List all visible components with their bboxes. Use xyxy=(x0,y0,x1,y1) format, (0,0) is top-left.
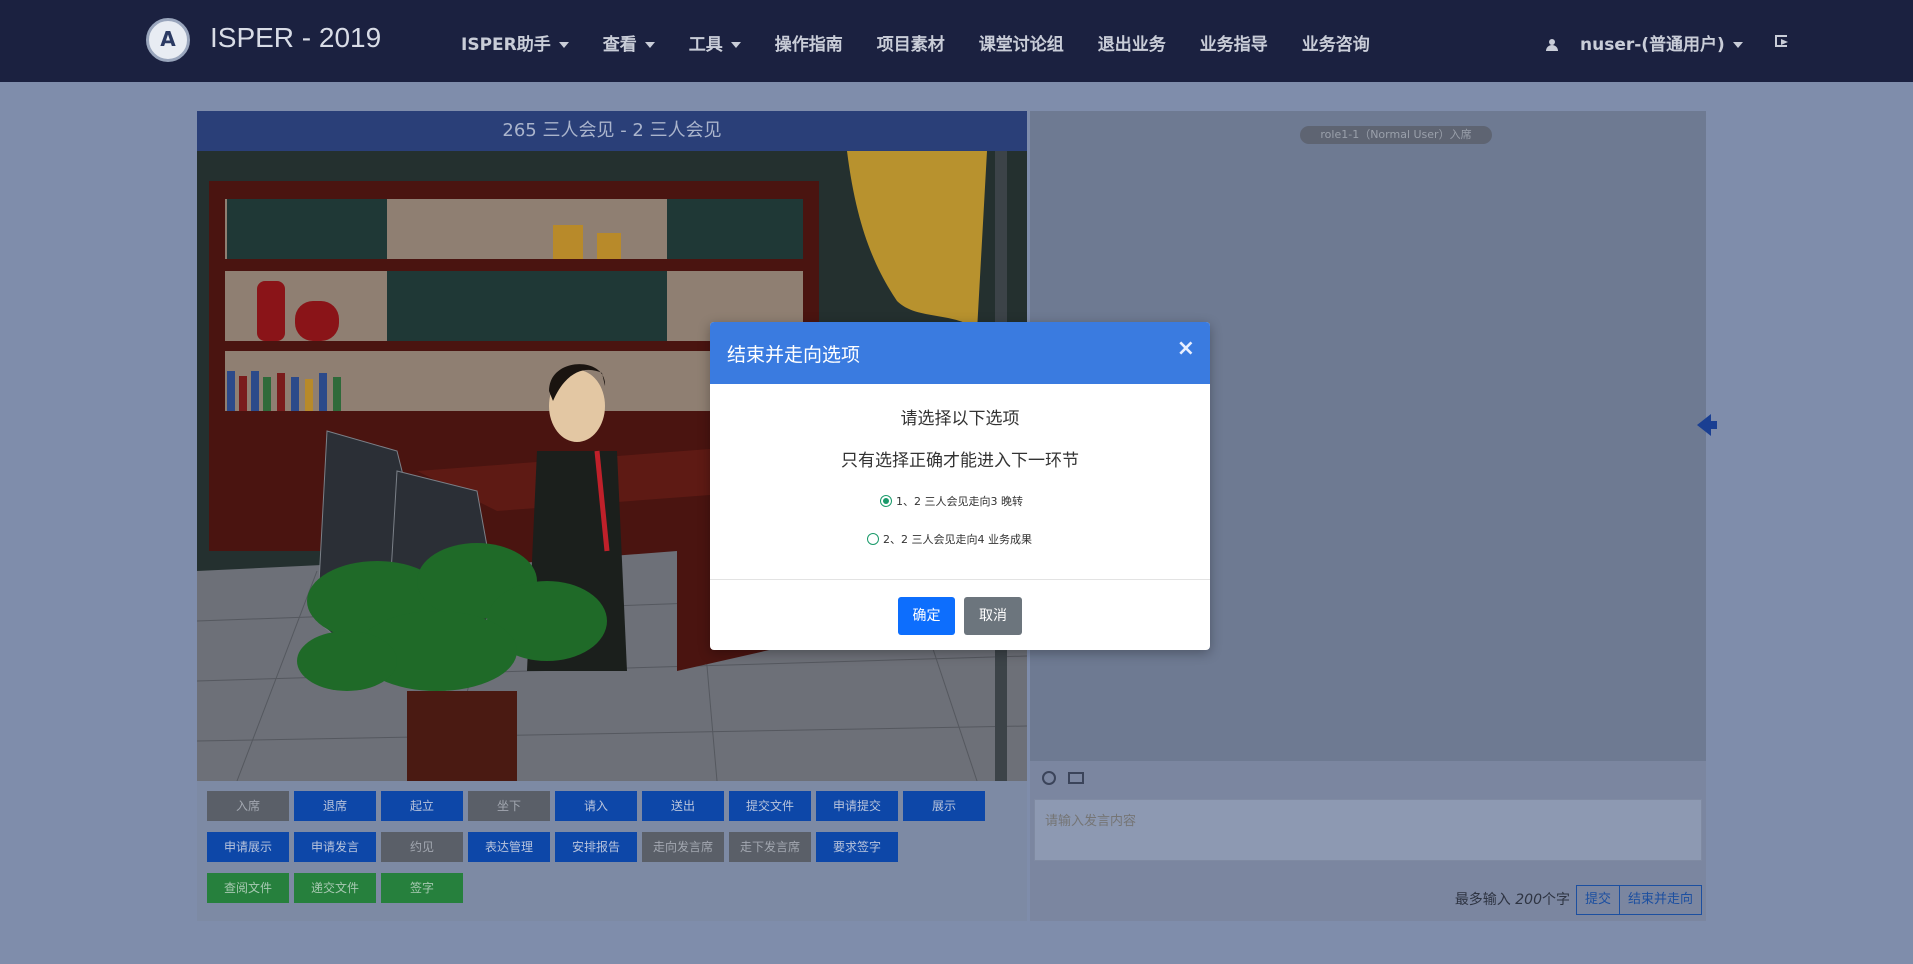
submit-file-button[interactable]: 提交文件 xyxy=(729,791,811,821)
nav-item-business-guidance[interactable]: 业务指导 xyxy=(1200,30,1268,55)
expression-mgmt-button[interactable]: 表达管理 xyxy=(468,832,550,862)
go-to-podium-button[interactable]: 走向发言席 xyxy=(642,832,724,862)
arrow-left-icon[interactable] xyxy=(1697,414,1717,436)
nav-item-assistant[interactable]: ISPER助手 xyxy=(461,30,569,55)
logo-icon xyxy=(146,18,190,62)
nav-item-business-consult[interactable]: 业务咨询 xyxy=(1302,30,1370,55)
invite-in-button[interactable]: 请入 xyxy=(555,791,637,821)
end-and-go-button[interactable]: 结束并走向 xyxy=(1619,885,1702,915)
top-navbar: ISPER - 2019 ISPER助手 查看 工具 操作指南 项目素材 课堂讨… xyxy=(0,0,1913,82)
brand-title: ISPER - 2019 xyxy=(210,22,382,53)
radio-unchecked-icon[interactable] xyxy=(867,533,879,545)
chat-actions: 提交 结束并走向 xyxy=(1575,885,1702,915)
option-1[interactable]: 1、2 三人会见走向3 晚转 xyxy=(880,493,1023,509)
nav-item-materials[interactable]: 项目素材 xyxy=(877,30,945,55)
message-input[interactable] xyxy=(1034,799,1702,861)
main-nav: ISPER助手 查看 工具 操作指南 项目素材 课堂讨论组 退出业务 业务指导 … xyxy=(461,30,1404,55)
submit-button[interactable]: 提交 xyxy=(1575,885,1620,915)
nav-item-exit-business[interactable]: 退出业务 xyxy=(1098,30,1166,55)
user-menu[interactable]: nuser-(普通用户) xyxy=(1546,30,1743,55)
confirm-button[interactable]: 确定 xyxy=(898,597,955,635)
leave-podium-button[interactable]: 走下发言席 xyxy=(729,832,811,862)
request-submit-button[interactable]: 申请提交 xyxy=(816,791,898,821)
end-options-modal: 结束并走向选项 × 请选择以下选项 只有选择正确才能进入下一环节 1、2 三人会… xyxy=(710,322,1210,650)
chevron-down-icon xyxy=(558,42,569,48)
radio-checked-icon[interactable] xyxy=(880,495,892,507)
modal-hint: 只有选择正确才能进入下一环节 xyxy=(841,451,1079,471)
deliver-file-button[interactable]: 递交文件 xyxy=(294,873,376,903)
sign-button[interactable]: 签字 xyxy=(381,873,463,903)
request-sign-button[interactable]: 要求签字 xyxy=(816,832,898,862)
logout-icon[interactable] xyxy=(1775,35,1788,47)
scene-title: 265 三人会见 - 2 三人会见 xyxy=(197,111,1027,151)
cancel-button[interactable]: 取消 xyxy=(964,597,1022,635)
modal-header: 结束并走向选项 × xyxy=(710,322,1210,384)
close-icon[interactable]: × xyxy=(1177,336,1195,361)
request-speak-button[interactable]: 申请发言 xyxy=(294,832,376,862)
image-icon[interactable] xyxy=(1068,772,1084,784)
view-file-button[interactable]: 查阅文件 xyxy=(207,873,289,903)
users-icon xyxy=(1546,39,1560,51)
sit-down-button[interactable]: 坐下 xyxy=(468,791,550,821)
nav-item-view[interactable]: 查看 xyxy=(603,30,655,55)
show-button[interactable]: 展示 xyxy=(903,791,985,821)
request-show-button[interactable]: 申请展示 xyxy=(207,832,289,862)
seat-in-button[interactable]: 入席 xyxy=(207,791,289,821)
chevron-down-icon xyxy=(644,42,655,48)
modal-title: 结束并走向选项 xyxy=(727,344,861,366)
chevron-down-icon xyxy=(1732,42,1743,48)
system-notice: role1-1（Normal User）入席 xyxy=(1300,126,1492,144)
see-out-button[interactable]: 送出 xyxy=(642,791,724,821)
nav-item-guide[interactable]: 操作指南 xyxy=(775,30,843,55)
leave-seat-button[interactable]: 退席 xyxy=(294,791,376,821)
stand-up-button[interactable]: 起立 xyxy=(381,791,463,821)
char-limit: 最多输入 200个字 xyxy=(1454,892,1570,908)
modal-divider xyxy=(710,579,1210,580)
nav-item-tools[interactable]: 工具 xyxy=(689,30,741,55)
nav-item-discussion[interactable]: 课堂讨论组 xyxy=(979,30,1064,55)
appointment-button[interactable]: 约见 xyxy=(381,832,463,862)
option-2[interactable]: 2、2 三人会见走向4 业务成果 xyxy=(867,531,1032,547)
emoji-icon[interactable] xyxy=(1042,771,1056,785)
chevron-down-icon xyxy=(730,42,741,48)
chat-compose: 最多输入 200个字 提交 结束并走向 xyxy=(1030,761,1706,921)
arrange-report-button[interactable]: 安排报告 xyxy=(555,832,637,862)
modal-instruction: 请选择以下选项 xyxy=(900,409,1020,429)
